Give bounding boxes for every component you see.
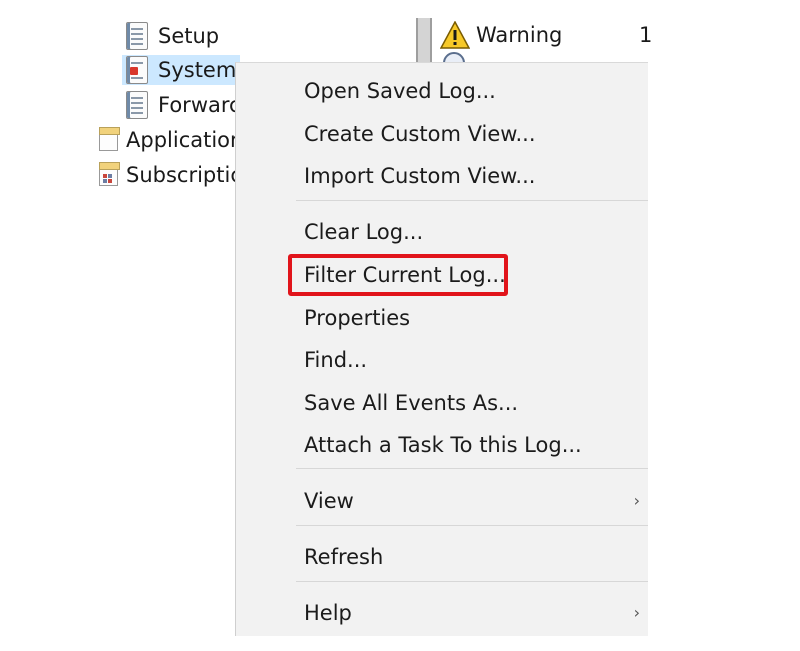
menu-item-view[interactable]: View bbox=[304, 487, 354, 515]
menu-item-help[interactable]: Help bbox=[304, 599, 352, 627]
tree-item-label: System bbox=[158, 58, 237, 82]
context-menu: Open Saved Log... Create Custom View... … bbox=[235, 62, 648, 636]
subscriptions-icon bbox=[96, 160, 122, 190]
log-icon bbox=[122, 21, 152, 51]
event-level-label: Warning bbox=[476, 23, 563, 47]
event-viewer-screenshot: Setup System Forwarc Applicatior Subscri… bbox=[0, 0, 800, 651]
tree-item-system[interactable]: System bbox=[122, 55, 241, 85]
menu-item-import-custom-view[interactable]: Import Custom View... bbox=[304, 162, 535, 190]
menu-item-attach-task[interactable]: Attach a Task To this Log... bbox=[304, 431, 582, 459]
system-log-icon bbox=[122, 55, 152, 85]
folder-doc-icon bbox=[96, 125, 122, 155]
menu-item-refresh[interactable]: Refresh bbox=[304, 543, 383, 571]
highlight-annotation-box bbox=[288, 254, 508, 296]
menu-item-create-custom-view[interactable]: Create Custom View... bbox=[304, 120, 536, 148]
warning-icon bbox=[440, 21, 470, 49]
tree-item-label: Applicatior bbox=[126, 128, 239, 152]
tree-item-label: Setup bbox=[158, 24, 220, 48]
menu-separator bbox=[296, 525, 648, 526]
tree-item-subscriptions[interactable]: Subscriptic bbox=[96, 160, 242, 190]
menu-item-clear-log[interactable]: Clear Log... bbox=[304, 218, 423, 246]
tree-item-forwarded[interactable]: Forwarc bbox=[122, 90, 241, 120]
menu-separator bbox=[296, 581, 648, 582]
submenu-chevron-icon: › bbox=[633, 603, 640, 622]
menu-item-save-all-events-as[interactable]: Save All Events As... bbox=[304, 389, 518, 417]
tree-item-label: Forwarc bbox=[158, 93, 241, 117]
event-row-warning[interactable]: Warning bbox=[440, 20, 562, 50]
tree-item-label: Subscriptic bbox=[126, 163, 242, 187]
tree-item-applications[interactable]: Applicatior bbox=[96, 125, 239, 155]
submenu-chevron-icon: › bbox=[633, 491, 640, 510]
menu-item-find[interactable]: Find... bbox=[304, 346, 367, 374]
menu-separator bbox=[296, 200, 648, 201]
tree-item-setup[interactable]: Setup bbox=[122, 21, 219, 51]
pane-splitter[interactable] bbox=[416, 18, 432, 68]
menu-separator bbox=[296, 468, 648, 469]
log-icon bbox=[122, 90, 152, 120]
menu-item-open-saved-log[interactable]: Open Saved Log... bbox=[304, 77, 496, 105]
event-count: 1 bbox=[639, 23, 653, 47]
menu-item-properties[interactable]: Properties bbox=[304, 304, 410, 332]
